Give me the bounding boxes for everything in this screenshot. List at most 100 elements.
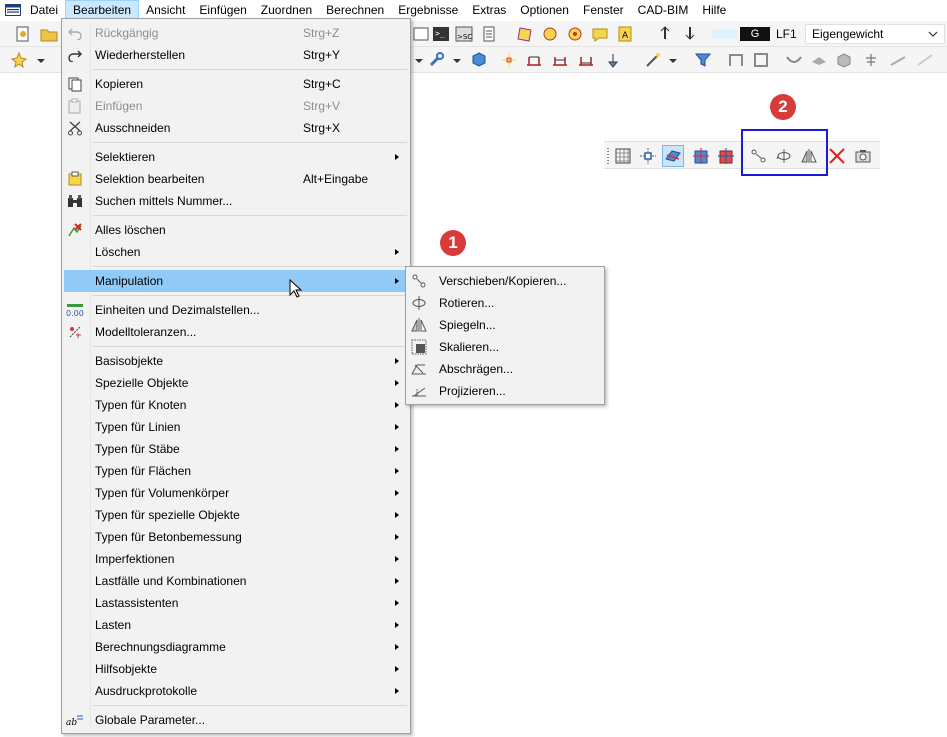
scissors-icon [66,120,84,136]
menu-item-lastfaelle[interactable]: Lastfälle und Kombinationen [64,570,409,592]
dropdown-arrow-3-icon[interactable] [668,51,686,69]
menu-ergebnisse[interactable]: Ergebnisse [391,0,465,20]
sc-script-icon[interactable]: >SC [455,25,473,43]
delete-icon[interactable] [826,145,848,167]
menu-optionen[interactable]: Optionen [513,0,576,20]
snap-dropdown-icon[interactable] [36,51,54,69]
menu-item-spezielle-objekte[interactable]: Spezielle Objekte [64,372,409,394]
surface-icon[interactable] [516,25,534,43]
workplane-3-icon[interactable] [715,145,737,167]
dropdown-arrow-2-icon[interactable] [452,51,470,69]
menu-item-find-by-number[interactable]: Suchen mittels Nummer... [64,190,409,212]
script-icon[interactable]: >_ [432,25,450,43]
menu-item-typen-flaechen[interactable]: Typen für Flächen [64,460,409,482]
menu-item-typen-staebe[interactable]: Typen für Stäbe [64,438,409,460]
submenu-item-rotate[interactable]: Rotieren... [408,292,603,314]
snap-icon[interactable] [10,51,28,69]
camera-settings-icon[interactable] [852,145,874,167]
rotate-icon [410,295,428,311]
shear-icon [410,361,428,377]
menu-item-basisobjekte[interactable]: Basisobjekte [64,350,409,372]
rotate-label: Rotieren... [439,296,495,310]
load-case-name-dropdown[interactable]: Eigengewicht [805,24,945,44]
menu-item-global-params[interactable]: ab Globale Parameter... [64,709,409,731]
menu-ansicht[interactable]: Ansicht [139,0,192,20]
menu-item-lastassistenten[interactable]: Lastassistenten [64,592,409,614]
submenu-item-shear[interactable]: Abschrägen... [408,358,603,380]
comment-icon[interactable] [591,25,609,43]
submenu-item-move-copy[interactable]: Verschieben/Kopieren... [408,270,603,292]
support-icon[interactable] [604,51,622,69]
menu-item-manipulation[interactable]: Manipulation [64,270,409,292]
submenu-item-project[interactable]: Projizieren... [408,380,603,402]
submenu-item-scale[interactable]: Skalieren... [408,336,603,358]
grid-icon[interactable] [612,145,634,167]
menu-berechnen[interactable]: Berechnen [319,0,391,20]
member-dim-2-icon[interactable] [551,51,569,69]
menu-item-typen-knoten[interactable]: Typen für Knoten [64,394,409,416]
node-grid-icon[interactable] [637,145,659,167]
open-folder-icon[interactable] [40,25,58,43]
menu-item-copy[interactable]: Kopieren Strg+C [64,73,409,95]
cube-icon[interactable] [470,51,488,69]
load-case-selector[interactable]: G LF1 [740,25,797,43]
wrench-icon[interactable] [428,51,446,69]
menu-datei[interactable]: Datei [23,0,65,20]
menu-item-hilfsobjekte[interactable]: Hilfsobjekte [64,658,409,680]
menu-item-select[interactable]: Selektieren [64,146,409,168]
menu-cad-bim[interactable]: CAD-BIM [631,0,696,20]
submenu-label: Lasten [95,618,132,632]
menu-item-imperfektionen[interactable]: Imperfektionen [64,548,409,570]
menu-extras[interactable]: Extras [465,0,513,20]
toolbar-grip[interactable] [607,148,609,164]
menu-item-cut[interactable]: Ausschneiden Strg+X [64,117,409,139]
menu-item-ausdruckprotokolle[interactable]: Ausdruckprotokolle [64,680,409,702]
solid-view-icon[interactable] [835,51,853,69]
menu-item-typen-volumenkoerper[interactable]: Typen für Volumenkörper [64,482,409,504]
submenu-arrow-icon [395,358,399,364]
model-window-icon[interactable] [412,25,430,43]
prev-load-case-icon[interactable] [656,25,674,43]
menu-item-typen-spezielle-objekte[interactable]: Typen für spezielle Objekte [64,504,409,526]
menu-separator [93,266,407,267]
menu-item-edit-selection[interactable]: Selektion bearbeiten Alt+Eingabe [64,168,409,190]
menu-einfuegen[interactable]: Einfügen [192,0,253,20]
filter-icon[interactable] [694,51,712,69]
menu-item-typen-linien[interactable]: Typen für Linien [64,416,409,438]
menu-hilfe[interactable]: Hilfe [695,0,733,20]
member-dim-icon[interactable] [525,51,543,69]
pen-view-icon[interactable] [916,51,934,69]
workplane-icon[interactable] [662,145,684,167]
app-icon[interactable] [3,0,23,20]
menu-bearbeiten[interactable]: Bearbeiten [65,0,140,20]
member-dim-3-icon[interactable] [577,51,595,69]
submenu-item-mirror[interactable]: Spiegeln... [408,314,603,336]
panel-view-icon[interactable] [752,51,770,69]
menu-fenster[interactable]: Fenster [576,0,631,20]
table-icon[interactable] [480,25,498,43]
menu-item-lasten[interactable]: Lasten [64,614,409,636]
deformation-icon[interactable] [785,51,803,69]
workplane-2-icon[interactable] [690,145,712,167]
document-a-icon[interactable]: A [616,25,634,43]
menu-item-delete[interactable]: Löschen [64,241,409,263]
surface-view-icon[interactable] [810,51,828,69]
menu-item-delete-all[interactable]: Alles löschen [64,219,409,241]
menu-item-redo[interactable]: Wiederherstellen Strg+Y [64,44,409,66]
node-star-icon[interactable] [500,51,518,69]
lasso-select-icon[interactable] [541,25,559,43]
tree-view-icon[interactable] [862,51,880,69]
target-select-icon[interactable] [566,25,584,43]
menu-item-berechnungsdiagramme[interactable]: Berechnungsdiagramme [64,636,409,658]
delete-all-label: Alles löschen [95,223,166,237]
menu-item-units[interactable]: 0.00 Einheiten und Dezimalstellen... [64,299,409,321]
next-load-case-icon[interactable] [681,25,699,43]
line-view-icon[interactable] [889,51,907,69]
menu-zuordnen[interactable]: Zuordnen [254,0,319,20]
menu-item-tolerances[interactable]: Modelltoleranzen... [64,321,409,343]
wand-icon[interactable] [644,51,662,69]
frame-view-icon[interactable] [727,51,745,69]
undo-shortcut: Strg+Z [303,26,340,40]
new-model-icon[interactable] [14,25,32,43]
menu-item-typen-betonbemessung[interactable]: Typen für Betonbemessung [64,526,409,548]
